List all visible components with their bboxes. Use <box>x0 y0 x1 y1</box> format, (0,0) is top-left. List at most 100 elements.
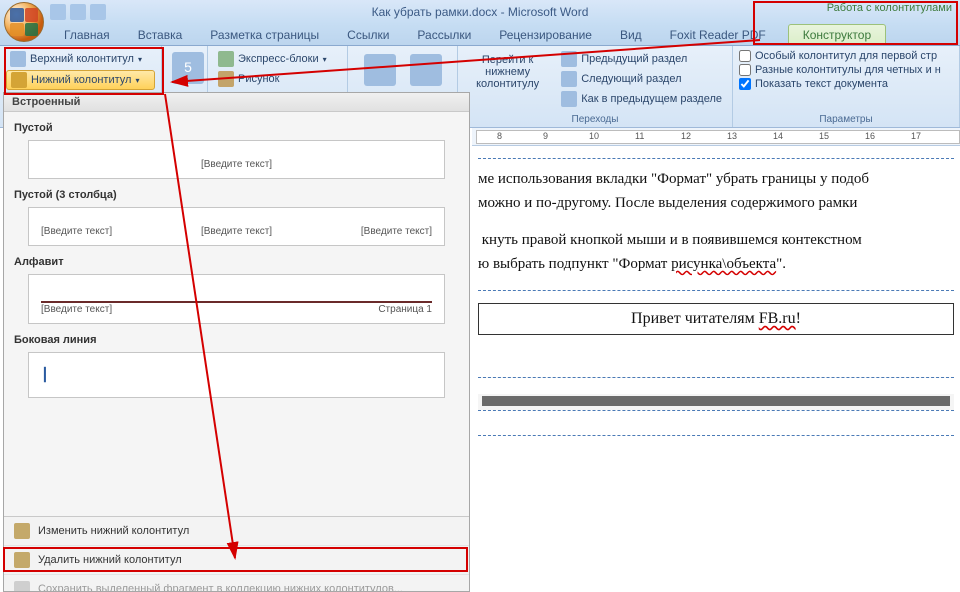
gallery-item-side[interactable]: ┃ <box>28 352 445 398</box>
window-title: Как убрать рамки.docx - Microsoft Word <box>0 5 960 19</box>
tab-foxit[interactable]: Foxit Reader PDF <box>656 25 780 45</box>
remove-footer-command[interactable]: Удалить нижний колонтитул <box>4 546 469 575</box>
goto-footer-big-button[interactable]: Перейти к нижнему колонтитулу <box>464 48 551 113</box>
blocks-icon <box>218 51 234 67</box>
ruler-num: 8 <box>497 131 502 141</box>
placeholder-text: [Введите текст] <box>361 226 432 237</box>
footer-content-box[interactable]: Привет читателям FB.ru! <box>478 303 954 335</box>
office-logo-icon <box>10 8 38 36</box>
office-button[interactable] <box>4 2 44 42</box>
ruler-num: 15 <box>819 131 829 141</box>
group-options: Особый колонтитул для первой стр Разные … <box>733 46 960 127</box>
gallery-item-side-label: Боковая линия <box>14 334 461 346</box>
goto-footer-button[interactable] <box>406 50 446 90</box>
show-doc-label: Показать текст документа <box>755 78 888 90</box>
tab-page-layout[interactable]: Разметка страницы <box>196 25 333 45</box>
edit-footer-label: Изменить нижний колонтитул <box>38 525 189 537</box>
previous-section-button[interactable]: Предыдущий раздел <box>557 50 726 68</box>
tab-view[interactable]: Вид <box>606 25 656 45</box>
tab-constructor[interactable]: Конструктор <box>788 24 886 45</box>
tab-references[interactable]: Ссылки <box>333 25 403 45</box>
placeholder-text: [Введите текст] <box>41 226 112 237</box>
different-first-page-checkbox[interactable]: Особый колонтитул для первой стр <box>739 50 953 62</box>
different-odd-even-checkbox[interactable]: Разные колонтитулы для четных и н <box>739 64 953 76</box>
tab-review[interactable]: Рецензирование <box>485 25 606 45</box>
goto-header-icon <box>364 54 396 86</box>
ruler-num: 9 <box>543 131 548 141</box>
footer-boundary-dashed <box>478 158 954 159</box>
goto-header-button[interactable] <box>360 50 400 90</box>
date-time-button[interactable]: 5 <box>168 48 201 88</box>
doc-paragraph: кнуть правой кнопкой мыши и в появившемс… <box>478 230 954 250</box>
placeholder-text: [Введите текст] <box>201 226 272 237</box>
doc-paragraph: можно и по-другому. После выделения соде… <box>478 193 954 213</box>
doc-text: ю выбрать подпункт "Формат <box>478 256 671 272</box>
ruler-num: 13 <box>727 131 737 141</box>
tab-mailings[interactable]: Рассылки <box>403 25 485 45</box>
page-break-band <box>478 377 954 411</box>
header-dropdown-button[interactable]: Верхний колонтитул ▾ <box>6 50 155 68</box>
building-blocks-button[interactable]: Экспресс-блоки ▾ <box>214 50 341 68</box>
greet-text-wavy: FB.ru <box>759 310 796 327</box>
building-blocks-label: Экспресс-блоки <box>238 53 319 65</box>
footer-gallery-dropdown: Встроенный Пустой [Введите текст] Пустой… <box>3 92 470 592</box>
tab-insert[interactable]: Вставка <box>124 25 197 45</box>
gallery-item-empty[interactable]: [Введите текст] <box>28 140 445 179</box>
gallery-item-empty-label: Пустой <box>14 122 461 134</box>
gallery-footer-commands: Изменить нижний колонтитул Удалить нижни… <box>4 516 469 592</box>
next-section-icon <box>561 71 577 87</box>
picture-label: Рисунок <box>238 73 280 85</box>
qat-redo-icon[interactable] <box>90 4 106 20</box>
diff-first-label: Особый колонтитул для первой стр <box>755 50 937 62</box>
calendar-icon: 5 <box>172 52 204 84</box>
footer-boundary-dashed <box>478 290 954 291</box>
horizontal-ruler[interactable]: 8 9 10 11 12 13 14 15 16 17 <box>472 128 960 146</box>
ruler-num: 12 <box>681 131 691 141</box>
document-body[interactable]: ме использования вкладки "Формат" убрать… <box>472 146 960 436</box>
group-navigation-label: Переходы <box>464 113 726 127</box>
remove-footer-icon <box>14 552 30 568</box>
header-icon <box>10 51 26 67</box>
group-options-label: Параметры <box>739 113 953 127</box>
goto-footer-icon <box>410 54 442 86</box>
edit-footer-icon <box>14 523 30 539</box>
contextual-tab-title: Работа с колонтитулами <box>827 2 952 14</box>
gallery-item-empty3-label: Пустой (3 столбца) <box>14 189 461 201</box>
footer-dropdown-button[interactable]: Нижний колонтитул ▾ <box>6 70 155 90</box>
quick-access-toolbar <box>50 4 106 20</box>
goto-footer-line1: Перейти к нижнему <box>468 54 547 78</box>
save-selection-label: Сохранить выделенный фрагмент в коллекци… <box>38 583 403 592</box>
ruler-num: 11 <box>635 131 644 141</box>
save-selection-command: Сохранить выделенный фрагмент в коллекци… <box>4 575 469 592</box>
ruler-num: 16 <box>865 131 875 141</box>
ruler-num: 17 <box>911 131 921 141</box>
link-prev-label: Как в предыдущем разделе <box>581 93 722 105</box>
goto-footer-line2: колонтитулу <box>476 78 539 90</box>
qat-undo-icon[interactable] <box>70 4 86 20</box>
link-prev-icon <box>561 91 577 107</box>
gallery-scroll-area[interactable]: Пустой [Введите текст] Пустой (3 столбца… <box>4 112 469 516</box>
prev-section-label: Предыдущий раздел <box>581 53 687 65</box>
title-bar: Как убрать рамки.docx - Microsoft Word Р… <box>0 0 960 24</box>
qat-save-icon[interactable] <box>50 4 66 20</box>
save-selection-icon <box>14 581 30 592</box>
link-to-previous-button[interactable]: Как в предыдущем разделе <box>557 90 726 108</box>
gallery-category-header: Встроенный <box>4 93 469 112</box>
footer-icon <box>11 72 27 88</box>
ruler-num: 10 <box>589 131 599 141</box>
remove-footer-label: Удалить нижний колонтитул <box>38 554 182 566</box>
next-section-label: Следующий раздел <box>581 73 681 85</box>
next-section-button[interactable]: Следующий раздел <box>557 70 726 88</box>
edit-footer-command[interactable]: Изменить нижний колонтитул <box>4 517 469 546</box>
gallery-item-empty3[interactable]: [Введите текст] [Введите текст] [Введите… <box>28 207 445 246</box>
placeholder-text: [Введите текст] <box>41 304 112 315</box>
picture-button[interactable]: Рисунок <box>214 70 341 88</box>
picture-icon <box>218 71 234 87</box>
prev-section-icon <box>561 51 577 67</box>
tab-home[interactable]: Главная <box>50 25 124 45</box>
show-document-text-checkbox[interactable]: Показать текст документа <box>739 78 953 90</box>
gallery-item-alpha[interactable]: [Введите текст] Страница 1 <box>28 274 445 324</box>
gallery-item-alpha-label: Алфавит <box>14 256 461 268</box>
ribbon-tabs: Главная Вставка Разметка страницы Ссылки… <box>0 24 960 46</box>
footer-label: Нижний колонтитул <box>31 74 131 86</box>
